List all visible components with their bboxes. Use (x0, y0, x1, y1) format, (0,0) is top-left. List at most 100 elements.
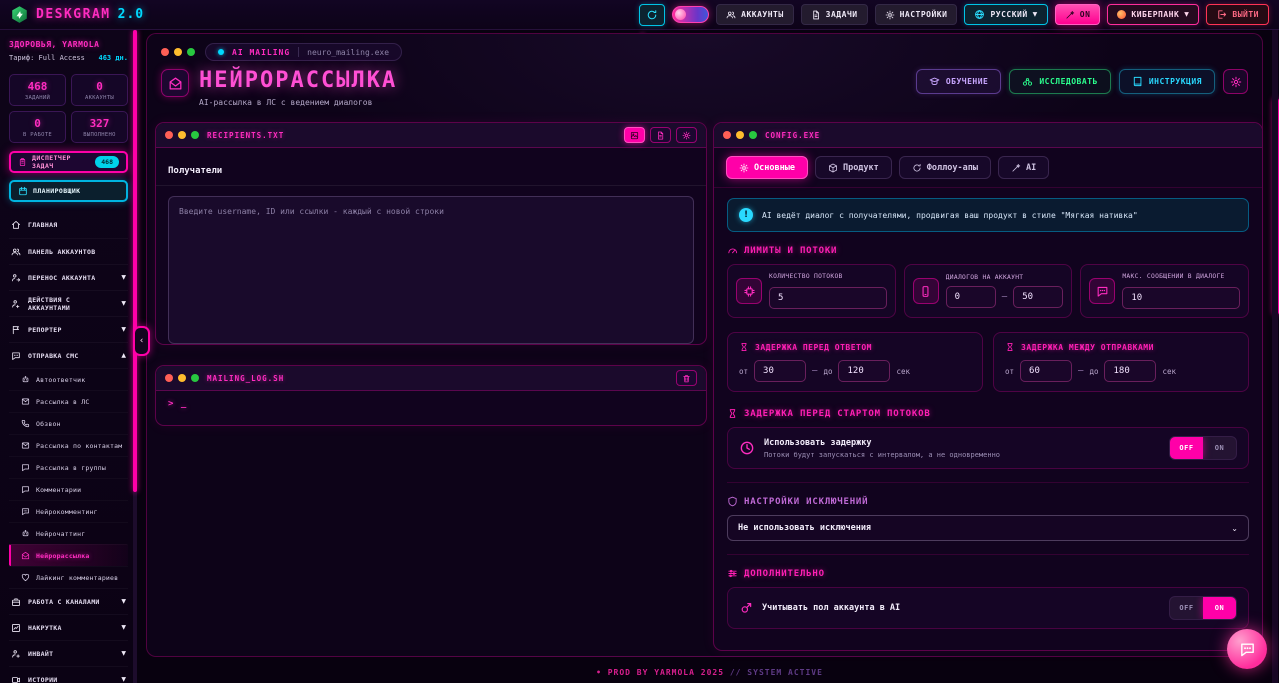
refresh-icon (912, 163, 922, 173)
sidebar-subitem-contacts-mailing[interactable]: Рассылка по контактам (9, 434, 128, 456)
planner-button[interactable]: ПЛАНИРОВЩИК (9, 180, 128, 202)
sidebar-subitem-groups-mailing[interactable]: Рассылка в группы (9, 456, 128, 478)
from-label: от (739, 367, 748, 376)
task-dispatcher-button[interactable]: ДИСПЕТЧЕР ЗАДАЧ 468 (9, 151, 128, 173)
sidebar-item-account-transfer[interactable]: ПЕРЕНОС АККАУНТА ▼ (9, 264, 128, 290)
start-delay-toggle: OFF ON (1169, 436, 1237, 460)
sidebar-item-accounts-panel[interactable]: ПАНЕЛЬ АККАУНТОВ (9, 238, 128, 264)
tab-main[interactable]: Основные (726, 156, 808, 179)
tab-label: Фоллоу-апы (927, 163, 978, 173)
gender-on-button[interactable]: ON (1203, 597, 1236, 619)
paste-button[interactable] (624, 127, 645, 143)
log-panel: MAILING_LOG.SH > _ (155, 365, 707, 426)
reply-delay-from-input[interactable] (754, 360, 806, 382)
sidebar-item-stories[interactable]: ИСТОРИИ ▼ (9, 666, 128, 683)
training-button[interactable]: ОБУЧЕНИЕ (916, 69, 1002, 94)
support-chat-button[interactable] (1227, 629, 1267, 669)
tab-badge: AI MAILING (232, 48, 290, 57)
recipients-settings-button[interactable] (676, 127, 697, 143)
gender-off-button[interactable]: OFF (1170, 597, 1203, 619)
start-delay-on-button[interactable]: ON (1203, 437, 1236, 459)
module-settings-button[interactable] (1223, 69, 1248, 94)
sidebar-subitem-neuromailing[interactable]: Нейрорассылка (9, 544, 128, 566)
clear-log-button[interactable] (676, 370, 697, 386)
theme-color-icon (1117, 10, 1126, 19)
sidebar-item-reporter[interactable]: РЕПОРТЕР ▼ (9, 316, 128, 342)
sidebar-subitem-neurochatting[interactable]: Нейрочаттинг (9, 522, 128, 544)
theme-dropdown[interactable]: КИБЕРПАНК ▼ (1107, 4, 1199, 25)
chevron-down-icon: ▼ (121, 651, 126, 657)
info-banner: ! AI ведёт диалог с получателями, продви… (727, 198, 1249, 232)
robot-icon (21, 375, 30, 384)
effects-on-button[interactable]: ON (1055, 4, 1101, 25)
sidebar-item-invite[interactable]: ИНВАЙТ ▼ (9, 640, 128, 666)
home-icon (11, 220, 21, 230)
envelope-icon (21, 397, 30, 406)
stats-grid: 468 ЗАДАНИЙ 0 АККАУНТЫ 0 В РАБОТЕ 327 ВЫ… (9, 74, 128, 143)
research-button[interactable]: ИССЛЕДОВАТЬ (1009, 69, 1110, 94)
main-window: AI MAILING neuro_mailing.exe НЕЙРОРАССЫЛ… (146, 33, 1263, 657)
comment-icon (21, 485, 30, 494)
chat-bubble-icon (21, 463, 30, 472)
manual-button[interactable]: ИНСТРУКЦИЯ (1119, 69, 1215, 94)
gender-toggle-card: Учитывать пол аккаунта в AI OFF ON (727, 587, 1249, 629)
start-delay-off-button[interactable]: OFF (1170, 437, 1203, 459)
trash-icon (682, 374, 691, 383)
module-tab[interactable]: AI MAILING neuro_mailing.exe (205, 43, 402, 61)
dialogs-from-input[interactable] (946, 286, 996, 308)
start-delay-toggle-title: Использовать задержку (764, 438, 1160, 448)
effects-toggle[interactable] (672, 6, 709, 23)
settings-button[interactable]: НАСТРОЙКИ (875, 4, 958, 25)
send-delay-from-input[interactable] (1020, 360, 1072, 382)
camera-icon (11, 675, 21, 683)
dialogs-to-input[interactable] (1013, 286, 1063, 308)
sidebar-item-label: ИНВАЙТ (28, 650, 53, 658)
send-delay-card: ЗАДЕРЖКА МЕЖДУ ОТПРАВКАМИ от — до сек (993, 332, 1249, 392)
reply-delay-to-input[interactable] (838, 360, 890, 382)
refresh-button[interactable] (639, 4, 665, 26)
import-file-button[interactable] (650, 127, 671, 143)
sidebar-scrollbar-thumb[interactable] (133, 30, 137, 492)
gauge-icon (727, 245, 738, 256)
language-dropdown[interactable]: РУССКИЙ ▼ (964, 4, 1047, 25)
sidebar-item-sms-sending[interactable]: ОТПРАВКА СМС ▲ (9, 342, 128, 368)
sidebar-collapse-handle[interactable]: ‹ (133, 326, 150, 356)
section-start-delay-title: ЗАДЕРЖКА ПЕРЕД СТАРТОМ ПОТОКОВ (727, 408, 1249, 419)
smartphone-icon (913, 278, 939, 304)
page-scrollbar-track (1272, 30, 1278, 683)
to-label: до (1089, 367, 1098, 376)
sidebar-subitem-neurocommenting[interactable]: Нейрокомментинг (9, 500, 128, 522)
sidebar-subitem-dm-mailing[interactable]: Рассылка в ЛС (9, 390, 128, 412)
user-transfer-icon (11, 273, 21, 283)
tab-followups[interactable]: Фоллоу-апы (899, 156, 991, 179)
window-dots (165, 131, 199, 139)
exceptions-select[interactable]: Не использовать исключения ⌄ (727, 515, 1249, 541)
messages-input[interactable] (1122, 287, 1240, 309)
stat-value: 0 (12, 117, 63, 130)
sidebar-item-boosting[interactable]: НАКРУТКА ▼ (9, 614, 128, 640)
accounts-button[interactable]: АККАУНТЫ (716, 4, 794, 25)
recipients-panel: RECIPIENTS.TXT Получатели (155, 122, 707, 345)
sidebar-subitem-autoresponder[interactable]: Автоответчик (9, 368, 128, 390)
sidebar-subitem-calling[interactable]: Обзвон (9, 412, 128, 434)
tab-product[interactable]: Продукт (815, 156, 892, 179)
subitem-label: Рассылка в ЛС (36, 398, 89, 406)
section-extra-title: ДОПОЛНИТЕЛЬНО (727, 568, 1249, 579)
sidebar-item-account-actions[interactable]: ДЕЙСТВИЯ С АККАУНТАМИ ▼ (9, 290, 128, 316)
sidebar-subitem-comments[interactable]: Комментарии (9, 478, 128, 500)
config-panel: CONFIG.EXE Основные Продукт Фоллоу-апы (713, 122, 1263, 651)
logout-label: ВЫЙТИ (1232, 10, 1259, 19)
tasks-label: ЗАДАЧИ (826, 10, 858, 19)
sidebar-item-home[interactable]: ГЛАВНАЯ (9, 212, 128, 238)
threads-input[interactable] (769, 287, 887, 309)
globe-icon (974, 9, 985, 20)
logout-button[interactable]: ВЫЙТИ (1206, 4, 1269, 25)
recipients-input[interactable] (168, 196, 694, 344)
send-delay-to-input[interactable] (1104, 360, 1156, 382)
tab-ai[interactable]: AI (998, 156, 1049, 179)
subitem-label: Рассылка в группы (36, 464, 106, 472)
tasks-button[interactable]: ЗАДАЧИ (801, 4, 868, 25)
sidebar-subitem-comment-liking[interactable]: Лайкинг комментариев (9, 566, 128, 588)
sidebar-item-channels[interactable]: РАБОТА С КАНАЛАМИ ▼ (9, 588, 128, 614)
app-version: 2.0 (118, 7, 144, 22)
